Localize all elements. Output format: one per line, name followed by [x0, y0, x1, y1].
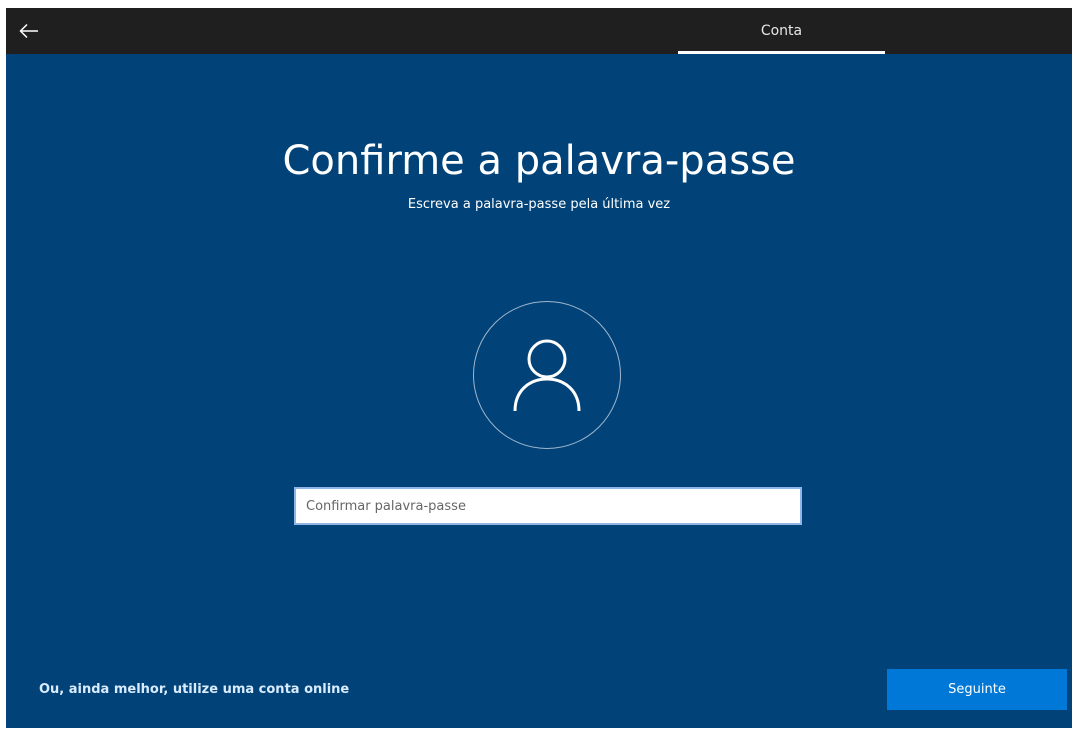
- page-title: Confirme a palavra-passe: [282, 138, 796, 184]
- back-button[interactable]: [14, 16, 44, 46]
- next-button[interactable]: Seguinte: [887, 669, 1067, 710]
- setup-window: Conta Confirme a palavra-passe Escreva a…: [6, 8, 1072, 728]
- arrow-left-icon: [19, 23, 38, 39]
- page-subtitle: Escreva a palavra-passe pela última vez: [407, 197, 671, 212]
- tab-label: Conta: [760, 23, 803, 39]
- avatar: [473, 301, 621, 449]
- tab-conta[interactable]: Conta: [678, 8, 885, 54]
- online-account-link[interactable]: Ou, ainda melhor, utilize uma conta onli…: [39, 681, 349, 699]
- confirm-password-input[interactable]: [294, 487, 802, 525]
- user-icon: [513, 339, 581, 412]
- top-bar: Conta: [6, 8, 1072, 54]
